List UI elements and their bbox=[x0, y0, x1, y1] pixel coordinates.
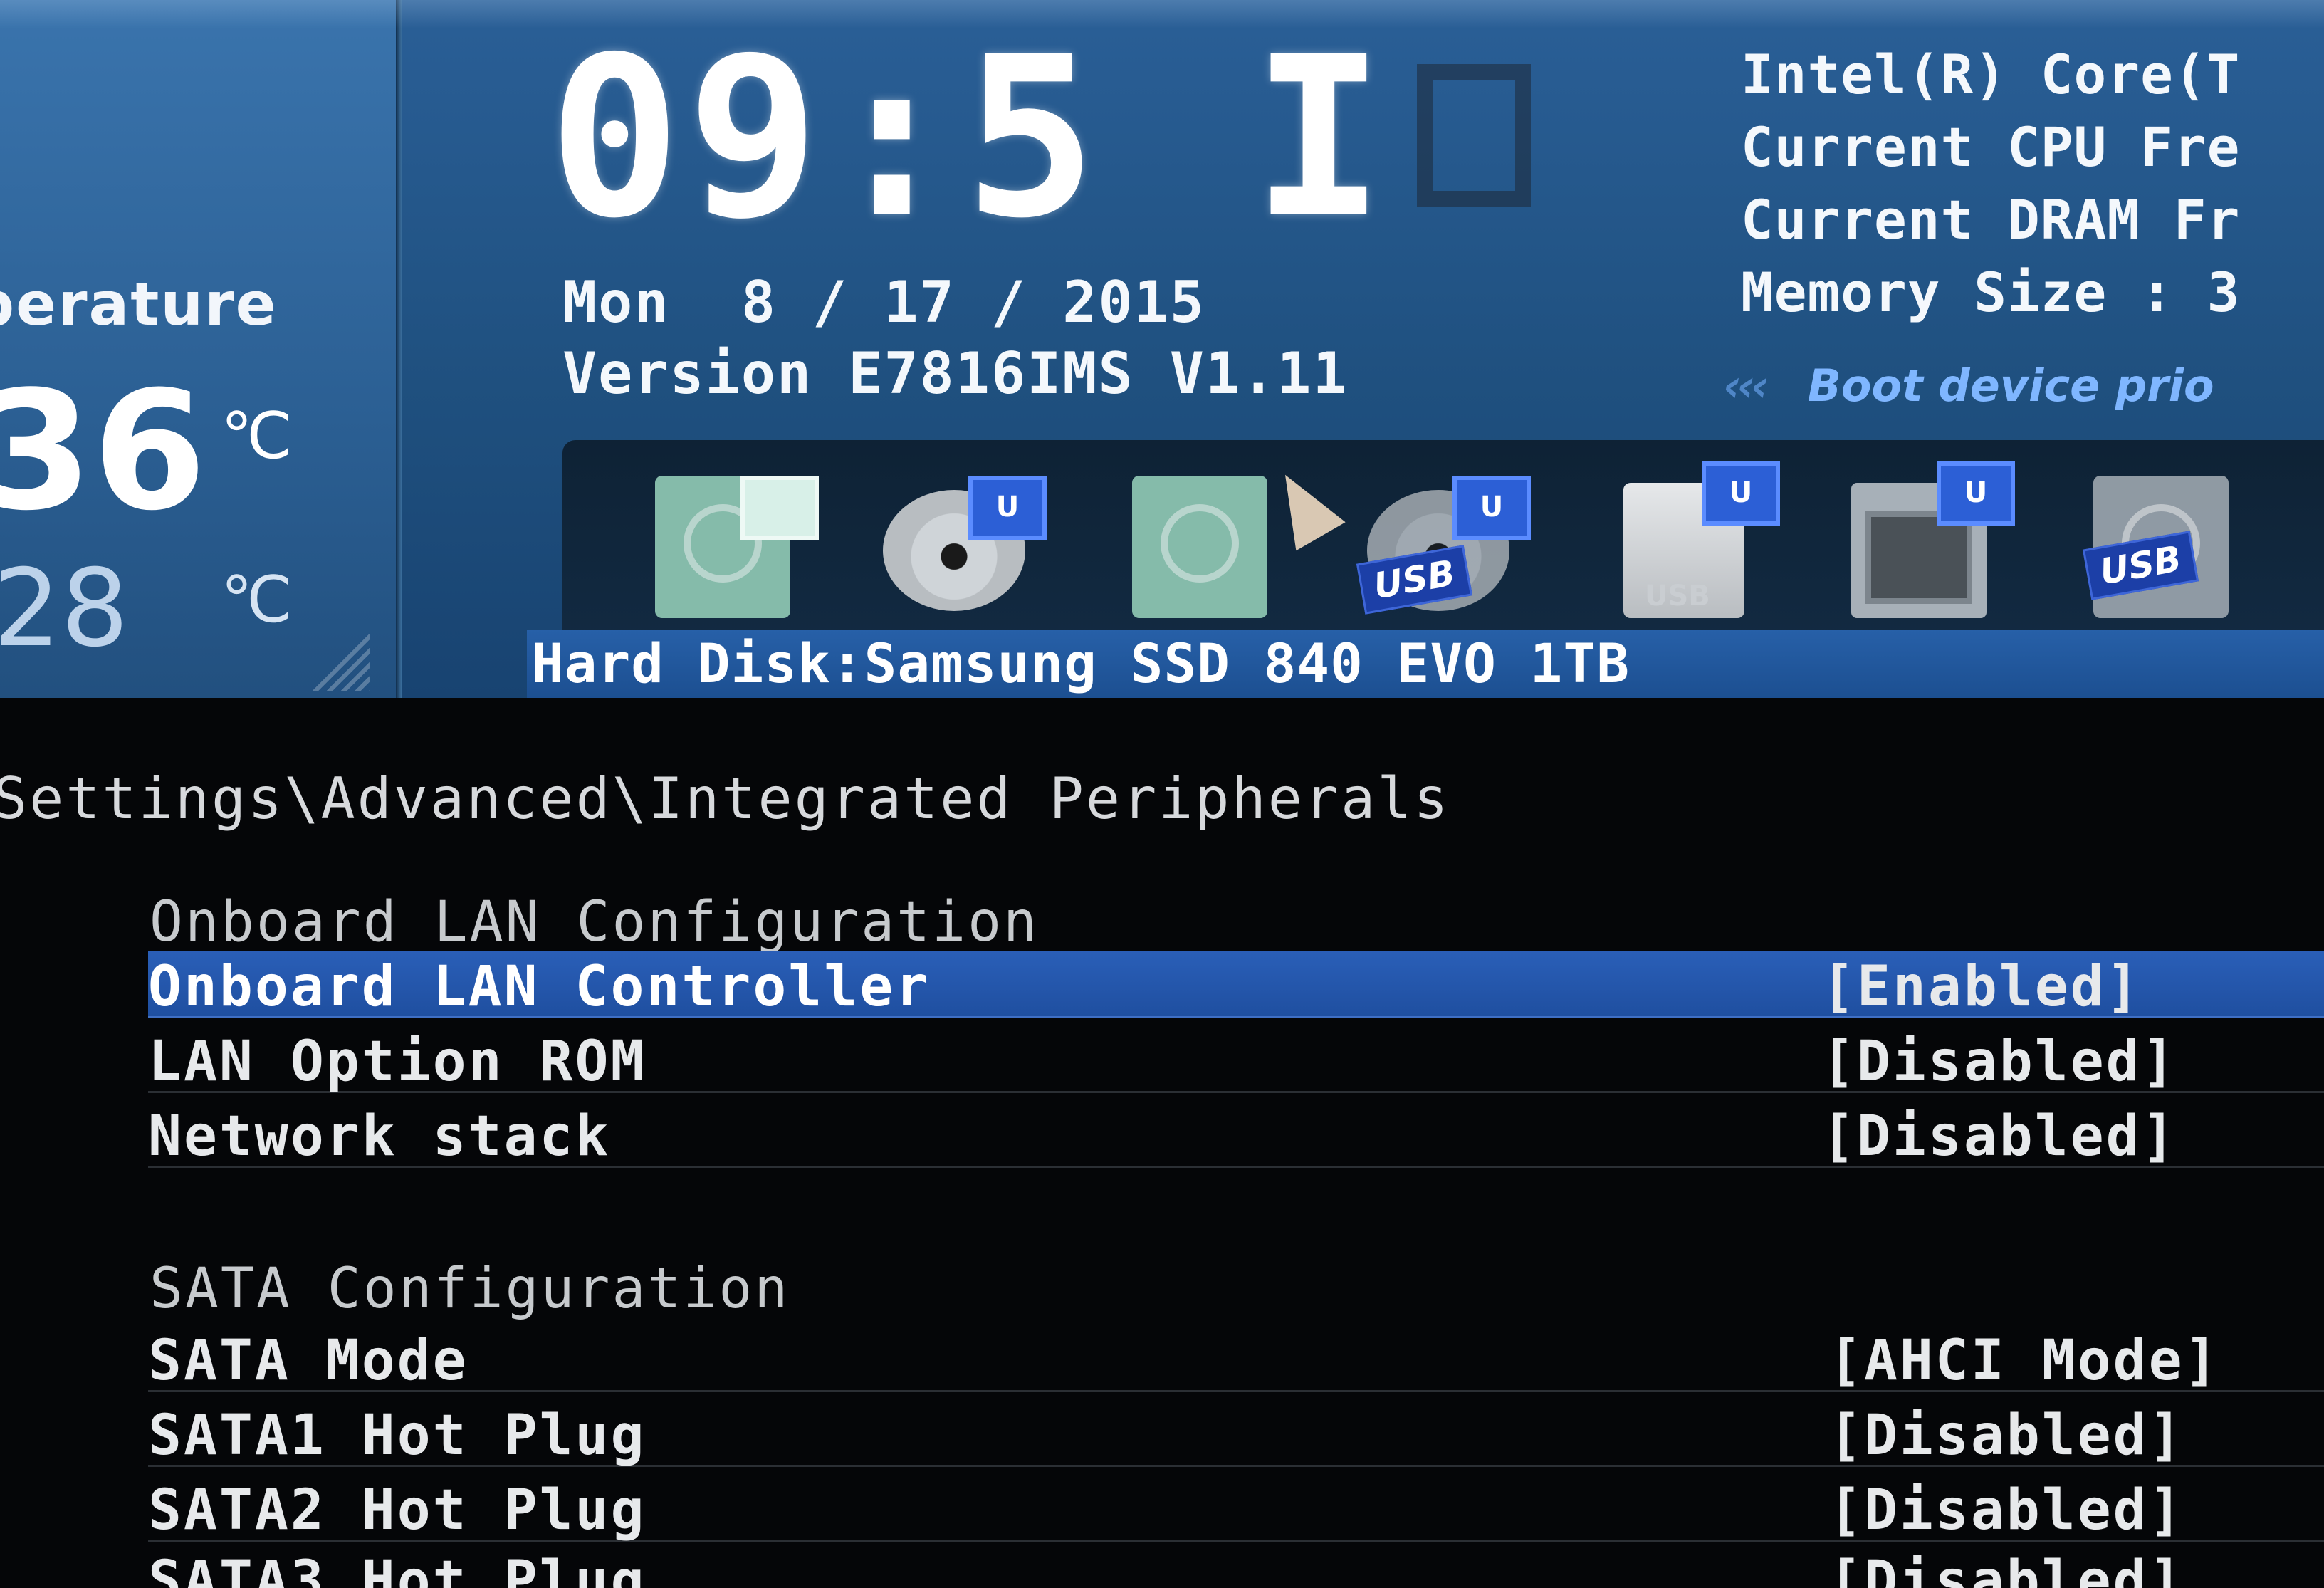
cpu-name: Intel(R) Core(T bbox=[1741, 43, 2241, 106]
memory-size: Memory Size : 3 bbox=[1741, 261, 2241, 324]
setting-label: SATA1 Hot Plug bbox=[148, 1404, 647, 1468]
hard-disk-icon bbox=[1132, 476, 1267, 618]
boot-device-usb-hard-disk[interactable]: USB bbox=[2065, 461, 2243, 625]
clock-digits: 09:5 bbox=[548, 10, 1103, 267]
setting-value[interactable]: [Disabled] bbox=[1821, 1104, 2177, 1169]
uefi-badge-icon: U bbox=[1452, 476, 1531, 540]
boot-device-hard-disk-2[interactable] bbox=[1104, 461, 1282, 625]
setting-row-lan-option-rom[interactable]: LAN Option ROM [Disabled] bbox=[148, 1025, 2324, 1094]
setting-row-onboard-lan-controller[interactable]: Onboard LAN Controller [Enabled] bbox=[148, 951, 2324, 1019]
breadcrumb: Settings\Advanced\Integrated Peripherals bbox=[0, 766, 1450, 832]
uefi-badge-icon: U bbox=[1937, 461, 2015, 526]
section-title-onboard-lan: Onboard LAN Configuration bbox=[150, 890, 1039, 954]
boot-device-usb-optical[interactable]: U USB bbox=[1346, 461, 1531, 625]
setting-label: SATA Mode bbox=[148, 1329, 469, 1393]
setting-label: Network stack bbox=[148, 1104, 611, 1169]
cpu-frequency: Current CPU Fre bbox=[1741, 115, 2241, 179]
cpu-temperature-value: 36 bbox=[0, 357, 207, 547]
boot-device-network-card[interactable]: U bbox=[1823, 461, 2015, 625]
section-title-sata: SATA Configuration bbox=[150, 1257, 790, 1321]
bios-version: Version E7816IMS V1.11 bbox=[562, 340, 1349, 407]
setting-label: LAN Option ROM bbox=[148, 1030, 647, 1094]
badge-icon bbox=[740, 476, 819, 540]
setting-value[interactable]: [Disabled] bbox=[1828, 1404, 2184, 1468]
system-date: Mon 8 / 17 / 2015 bbox=[562, 269, 1205, 335]
setting-value[interactable]: [Disabled] bbox=[1828, 1478, 2184, 1542]
boot-device-usb-stick[interactable]: U bbox=[1588, 461, 1780, 625]
setting-row-sata1-hot-plug[interactable]: SATA1 Hot Plug [Disabled] bbox=[148, 1399, 2324, 1468]
boot-priority-label: Boot device prio bbox=[1807, 360, 2214, 412]
setting-label: SATA3 Hot Plug bbox=[148, 1550, 647, 1588]
boot-priority-heading: ‹‹‹ Boot device prio bbox=[1723, 360, 2214, 412]
setting-row-network-stack[interactable]: Network stack [Disabled] bbox=[148, 1100, 2324, 1169]
uefi-badge-icon: U bbox=[968, 476, 1047, 540]
setting-row-sata-mode[interactable]: SATA Mode [AHCI Mode] bbox=[148, 1325, 2324, 1393]
cpu-temperature-unit: ℃ bbox=[221, 399, 293, 474]
selected-boot-device-caption: Hard Disk:Samsung SSD 840 EVO 1TB bbox=[527, 630, 2324, 698]
system-info: Intel(R) Core(T Current CPU Fre Current … bbox=[1741, 43, 2240, 333]
setting-value[interactable]: [Enabled] bbox=[1821, 955, 2142, 1019]
boot-device-bar: U U USB U U USB bbox=[562, 440, 2324, 647]
setting-value[interactable]: [Disabled] bbox=[1821, 1030, 2177, 1094]
setting-row-sata3-hot-plug[interactable]: SATA3 Hot Plug [Disabled] bbox=[148, 1545, 2324, 1588]
setting-row-sata2-hot-plug[interactable]: SATA2 Hot Plug [Disabled] bbox=[148, 1474, 2324, 1542]
dram-frequency: Current DRAM Fr bbox=[1741, 188, 2241, 251]
clock-digit-placeholder bbox=[1417, 64, 1531, 207]
setting-value[interactable]: [Disabled] bbox=[1828, 1550, 2184, 1588]
bios-header: perature 36 ℃ 28 ℃ 09:5 I Mon 8 / 17 / 20… bbox=[0, 0, 2324, 698]
boot-device-optical-drive[interactable]: U bbox=[862, 461, 1047, 625]
setting-value[interactable]: [AHCI Mode] bbox=[1828, 1329, 2220, 1393]
panel-divider bbox=[396, 0, 402, 698]
temperature-label: perature bbox=[0, 269, 278, 339]
clock: 09:5 I bbox=[548, 28, 1391, 249]
clock-last-digit: I bbox=[1252, 10, 1391, 267]
uefi-badge-icon: U bbox=[1702, 461, 1780, 526]
system-temperature-value: 28 bbox=[0, 547, 129, 671]
setting-label: Onboard LAN Controller bbox=[148, 955, 931, 1019]
chevron-left-icon[interactable]: ‹‹‹ bbox=[1723, 360, 1769, 412]
system-temperature-unit: ℃ bbox=[221, 563, 293, 637]
boot-device-hard-disk-1[interactable] bbox=[627, 461, 819, 625]
setting-label: SATA2 Hot Plug bbox=[148, 1478, 647, 1542]
